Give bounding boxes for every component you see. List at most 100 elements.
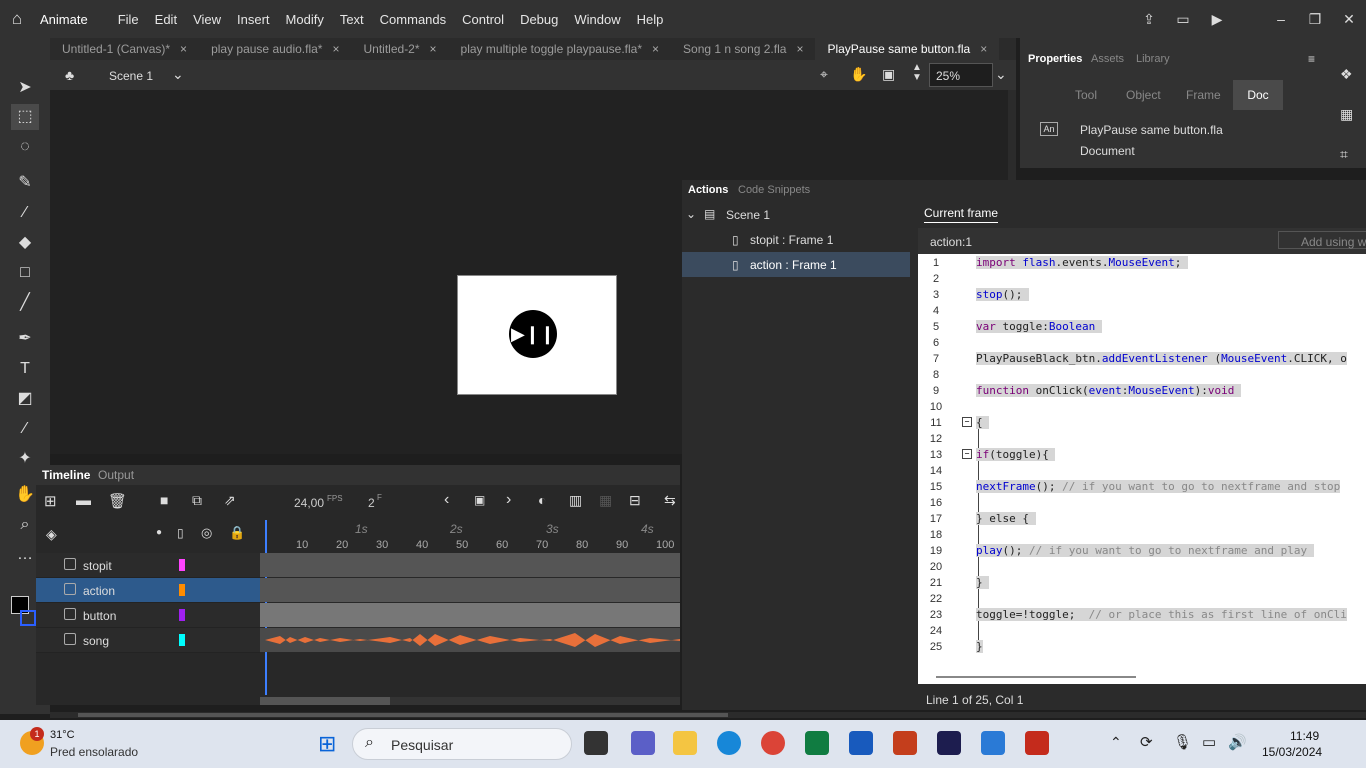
code-h-scrollbar[interactable] — [918, 670, 1366, 684]
fill-color-swatch[interactable] — [20, 610, 36, 626]
edge-icon[interactable] — [717, 731, 741, 755]
close-tab-icon[interactable]: × — [332, 42, 339, 56]
layer-color-swatch[interactable] — [179, 584, 185, 596]
zoom-input[interactable]: 25% — [929, 63, 993, 87]
add-using-wizard-button[interactable]: Add using wiz — [1278, 231, 1366, 249]
close-tab-icon[interactable]: × — [430, 42, 437, 56]
close-tab-icon[interactable]: × — [796, 42, 803, 56]
taskview-icon[interactable] — [584, 731, 608, 755]
taskbar-search[interactable]: ⌕ Pesquisar — [352, 728, 572, 760]
mode-object[interactable]: Object — [1126, 88, 1161, 102]
restore-icon[interactable]: ❐ — [1298, 11, 1332, 28]
layer-parenting-icon[interactable]: ⧉ — [192, 492, 202, 509]
next-frame-icon[interactable]: › — [506, 491, 511, 509]
close-tab-icon[interactable]: × — [652, 42, 659, 56]
graph-icon[interactable]: ⇗ — [224, 492, 236, 509]
panel-menu-icon[interactable]: ≡ — [1308, 52, 1315, 66]
menu-debug[interactable]: Debug — [520, 12, 558, 27]
paint-brush-icon[interactable]: ✎ — [0, 170, 50, 196]
timeline-scrollbar[interactable] — [260, 697, 680, 705]
scroll-thumb[interactable] — [936, 676, 1136, 678]
powerpoint-icon[interactable] — [893, 731, 917, 755]
recorder-icon[interactable] — [1025, 731, 1049, 755]
previous-frame-icon[interactable]: ‹ — [444, 491, 449, 509]
mode-frame[interactable]: Frame — [1186, 88, 1221, 102]
mode-doc[interactable]: Doc — [1233, 80, 1283, 110]
home-icon[interactable]: ⌂ — [0, 9, 34, 29]
timeline-ruler[interactable]: 1s 2s 3s 4s 10 20 30 40 50 60 70 80 90 1… — [260, 520, 680, 553]
tab-current-frame[interactable]: Current frame — [924, 206, 999, 223]
fps-value[interactable]: 24,00 — [294, 496, 324, 510]
new-layer-icon[interactable]: ⊞ — [44, 492, 57, 510]
chevron-down-icon[interactable]: ⌄ — [172, 66, 184, 83]
frame-span[interactable] — [260, 553, 680, 577]
clock-time[interactable]: 11:49 — [1290, 729, 1319, 743]
selection-tool-icon[interactable]: ➤ — [0, 75, 50, 101]
text-tool-icon[interactable]: T — [0, 356, 50, 382]
tab-untitled-2[interactable]: Untitled-2* × — [352, 38, 449, 60]
camera-icon[interactable]: ■ — [160, 492, 168, 508]
sync-icon[interactable]: ⟳ — [1140, 733, 1153, 751]
tab-untitled-1[interactable]: Untitled-1 (Canvas)* × — [50, 38, 199, 60]
tab-properties[interactable]: Properties — [1028, 53, 1082, 65]
paint-bucket-icon[interactable]: ◩ — [0, 386, 50, 412]
highlight-icon[interactable]: ● — [156, 527, 162, 538]
tab-play-pause-audio[interactable]: play pause audio.fla* × — [199, 38, 351, 60]
frame-value[interactable]: 2 — [368, 496, 375, 510]
scene-name[interactable]: Scene 1 — [109, 69, 153, 83]
new-folder-icon[interactable]: ▬ — [76, 492, 91, 509]
layer-color-swatch[interactable] — [179, 609, 185, 621]
tab-song-1-n-song-2[interactable]: Song 1 n song 2.fla × — [671, 38, 815, 60]
fold-toggle-icon[interactable]: − — [962, 417, 972, 427]
file-explorer-icon[interactable] — [673, 731, 697, 755]
zoom-stepper-icon[interactable]: ▲ ▼ — [912, 63, 922, 83]
close-icon[interactable]: ✕ — [1332, 11, 1366, 28]
menu-modify[interactable]: Modify — [286, 12, 324, 27]
hand-icon[interactable]: ✋ — [850, 66, 867, 83]
layer-row[interactable]: song — [36, 628, 260, 653]
onion-skin-icon[interactable]: ◐ — [538, 492, 546, 508]
assets-icon[interactable]: ❖ — [1340, 66, 1353, 83]
tree-item-stopit[interactable]: stopit : Frame 1 — [750, 233, 833, 247]
word-icon[interactable] — [849, 731, 873, 755]
tab-timeline[interactable]: Timeline — [42, 468, 90, 482]
menu-text[interactable]: Text — [340, 12, 364, 27]
scroll-thumb[interactable] — [78, 713, 728, 717]
eyedropper-icon[interactable]: ⁄ — [0, 416, 50, 442]
clock-date[interactable]: 15/03/2024 — [1262, 745, 1322, 759]
frame-span[interactable] — [260, 578, 680, 602]
tab-playpause-same-button[interactable]: PlayPause same button.fla × — [815, 38, 1000, 60]
code-editor[interactable]: − − 1 2 3 4 5 6 7 8 9 10 11 12 13 14 15 16 17 18 19 20 21 22 2… — [918, 254, 1366, 670]
tab-code-snippets[interactable]: Code Snippets — [738, 184, 810, 196]
lasso-tool-icon[interactable]: ◌ — [0, 134, 50, 160]
volume-icon[interactable]: 🔊 — [1228, 733, 1247, 751]
network-icon[interactable]: ▭ — [1202, 733, 1216, 751]
outline-icon[interactable]: ▯ — [177, 526, 184, 540]
fold-toggle-icon[interactable]: − — [962, 449, 972, 459]
tab-actions[interactable]: Actions — [688, 184, 728, 196]
menu-window[interactable]: Window — [574, 12, 620, 27]
mode-tool[interactable]: Tool — [1075, 88, 1097, 102]
zoom-dropdown-icon[interactable]: ⌄ — [995, 66, 1007, 83]
chevron-up-icon[interactable]: ⌃ — [1110, 734, 1122, 751]
stop-icon[interactable]: ▣ — [474, 493, 485, 507]
tab-assets[interactable]: Assets — [1091, 53, 1124, 65]
align-icon[interactable]: ▦ — [1340, 106, 1353, 123]
delete-icon[interactable]: 🗑 — [108, 492, 127, 510]
share-icon[interactable]: ⇪ — [1132, 11, 1166, 28]
free-transform-tool-icon[interactable]: ⬚ — [11, 104, 39, 130]
close-tab-icon[interactable]: × — [980, 42, 987, 56]
rectangle-tool-icon[interactable]: □ — [0, 260, 50, 286]
close-tab-icon[interactable]: × — [180, 42, 187, 56]
microphone-icon[interactable]: 🎙 — [1173, 733, 1192, 751]
tab-library[interactable]: Library — [1136, 53, 1170, 65]
tab-play-multiple[interactable]: play multiple toggle playpause.fla* × — [449, 38, 671, 60]
weather-text[interactable]: Pred ensolarado — [50, 745, 138, 759]
test-movie-icon[interactable]: ▶ — [1200, 11, 1234, 28]
menu-edit[interactable]: Edit — [155, 12, 177, 27]
transform-icon[interactable]: ⌗ — [1340, 146, 1348, 163]
excel-icon[interactable] — [805, 731, 829, 755]
tree-scene[interactable]: Scene 1 — [726, 208, 770, 222]
tab-output[interactable]: Output — [98, 468, 134, 482]
chevron-down-icon[interactable]: ⌄ — [686, 207, 696, 221]
